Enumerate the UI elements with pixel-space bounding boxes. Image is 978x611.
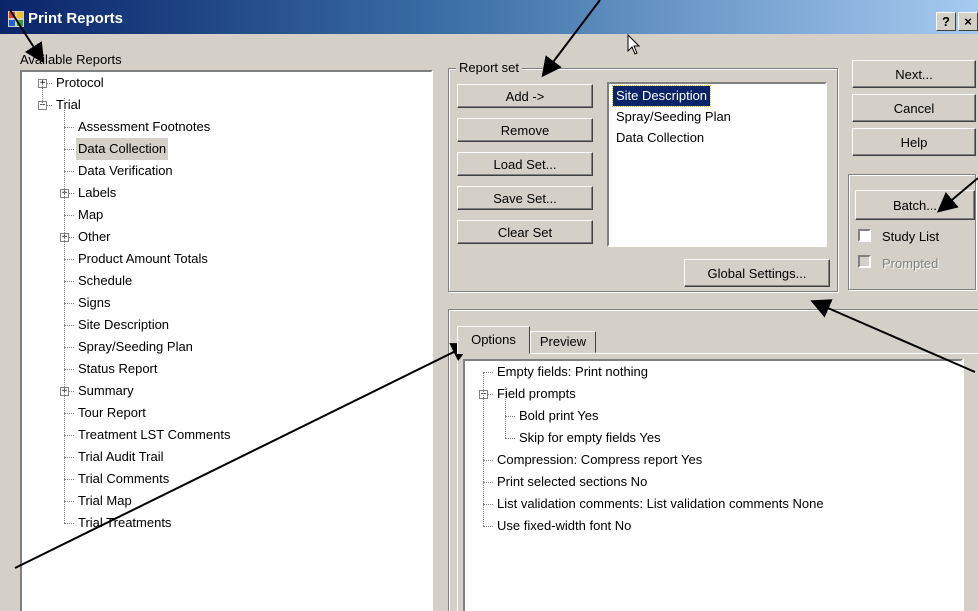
- tree-item[interactable]: Print selected sections No: [495, 471, 649, 493]
- tree-item[interactable]: Compression: Compress report Yes: [495, 449, 704, 471]
- tree-item[interactable]: Product Amount Totals: [76, 248, 210, 270]
- add-button[interactable]: Add ->: [457, 84, 593, 108]
- tree-connector: [483, 372, 493, 373]
- tree-item[interactable]: Empty fields: Print nothing: [495, 361, 650, 383]
- tree-guide: [42, 83, 43, 105]
- tree-connector: [64, 149, 74, 150]
- mouse-cursor-icon: [627, 34, 641, 55]
- tree-item[interactable]: Schedule: [76, 270, 134, 292]
- tree-connector: [64, 259, 74, 260]
- tree-guide: [505, 387, 506, 438]
- study-list-checkbox[interactable]: [858, 229, 871, 242]
- tree-connector: [64, 413, 74, 414]
- tab-preview[interactable]: Preview: [530, 331, 596, 353]
- tree-item[interactable]: Assessment Footnotes: [76, 116, 212, 138]
- options-tree[interactable]: Empty fields: Print nothing − Field prompt…: [463, 359, 963, 611]
- tree-item[interactable]: Spray/Seeding Plan: [76, 336, 195, 358]
- prompted-checkbox: [858, 255, 871, 268]
- tree-item[interactable]: Labels: [76, 182, 118, 204]
- tree-item[interactable]: Skip for empty fields Yes: [517, 427, 663, 449]
- tree-connector: [505, 438, 515, 439]
- report-set-item[interactable]: Site Description: [611, 85, 712, 107]
- tree-guide: [483, 372, 484, 526]
- options-tree-scrollbar[interactable]: [963, 359, 978, 611]
- tree-connector: [483, 504, 493, 505]
- save-set-button[interactable]: Save Set...: [457, 186, 593, 210]
- tree-item[interactable]: Status Report: [76, 358, 160, 380]
- app-icon: [8, 11, 24, 27]
- tree-connector: [483, 526, 493, 527]
- title-bar[interactable]: Print Reports ? ×: [0, 0, 978, 34]
- tree-connector: [64, 215, 74, 216]
- tree-item[interactable]: Use fixed-width font No: [495, 515, 633, 537]
- tree-item[interactable]: Trial Comments: [76, 468, 171, 490]
- tree-item[interactable]: List validation comments: List validatio…: [495, 493, 826, 515]
- tree-item[interactable]: Protocol: [54, 72, 106, 94]
- tree-item[interactable]: Trial: [54, 94, 83, 116]
- tree-item[interactable]: Tour Report: [76, 402, 148, 424]
- tree-connector: [64, 435, 74, 436]
- tree-item[interactable]: Site Description: [76, 314, 171, 336]
- close-caption-button[interactable]: ×: [958, 12, 978, 31]
- tree-item[interactable]: Other: [76, 226, 113, 248]
- report-set-item[interactable]: Spray/Seeding Plan: [613, 107, 734, 127]
- tree-item[interactable]: Map: [76, 204, 105, 226]
- study-list-label: Study List: [882, 229, 940, 244]
- tree-item[interactable]: Bold print Yes: [517, 405, 601, 427]
- tree-item[interactable]: Trial Audit Trail: [76, 446, 166, 468]
- tree-connector: [64, 127, 74, 128]
- help-button[interactable]: Help: [852, 128, 976, 156]
- report-set-item[interactable]: Data Collection: [613, 128, 707, 148]
- tree-item[interactable]: Trial Map: [76, 490, 134, 512]
- next-button[interactable]: Next...: [852, 60, 976, 88]
- tree-connector: [64, 303, 74, 304]
- tree-item[interactable]: Treatment LST Comments: [76, 424, 232, 446]
- window-title: Print Reports: [28, 10, 124, 27]
- tab-options[interactable]: Options: [457, 326, 530, 354]
- help-caption-button[interactable]: ?: [936, 12, 956, 31]
- tree-guide: [64, 98, 65, 523]
- tree-connector: [64, 479, 74, 480]
- global-settings-button[interactable]: Global Settings...: [684, 259, 830, 287]
- tree-connector: [64, 171, 74, 172]
- tree-connector: [64, 325, 74, 326]
- prompted-label: Prompted: [882, 256, 939, 271]
- report-set-label: Report set: [456, 60, 522, 75]
- tree-connector: [64, 347, 74, 348]
- tree-item[interactable]: Trial Treatments: [76, 512, 173, 534]
- remove-button[interactable]: Remove: [457, 118, 593, 142]
- tree-connector: [64, 457, 74, 458]
- tree-item[interactable]: Signs: [76, 292, 113, 314]
- tree-connector: [64, 523, 74, 524]
- tree-item[interactable]: Summary: [76, 380, 136, 402]
- load-set-button[interactable]: Load Set...: [457, 152, 593, 176]
- tree-connector: [505, 416, 515, 417]
- tree-item[interactable]: Data Collection: [76, 138, 169, 160]
- tree-connector: [64, 369, 74, 370]
- tree-connector: [64, 501, 74, 502]
- tree-connector: [483, 482, 493, 483]
- available-reports-tree[interactable]: + Protocol − Trial Assessment Footnotes Data …: [20, 70, 433, 611]
- tree-item[interactable]: Field prompts: [495, 383, 578, 405]
- clear-set-button[interactable]: Clear Set: [457, 220, 593, 244]
- tree-connector: [483, 460, 493, 461]
- report-set-list[interactable]: Site Description Spray/Seeding Plan Data C…: [607, 82, 827, 247]
- batch-button[interactable]: Batch...: [855, 190, 975, 220]
- tree-item[interactable]: Data Verification: [76, 160, 175, 182]
- tree-connector: [64, 281, 74, 282]
- available-reports-label: Available Reports: [20, 52, 122, 67]
- cancel-button[interactable]: Cancel: [852, 94, 976, 122]
